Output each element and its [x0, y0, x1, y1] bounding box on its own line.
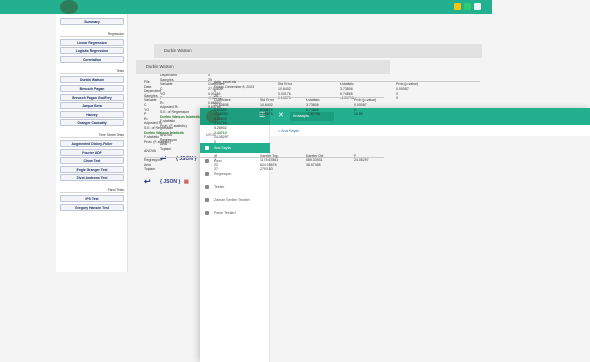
nav-label: Zaman Serileri Testleri [214, 198, 250, 202]
front-page-title: Durbin Watson [136, 60, 390, 74]
sidebar-section-head_tests: Tests [60, 68, 124, 75]
sidebar-button-granger-causality[interactable]: Granger Causality [60, 119, 124, 127]
pdf-export-icon[interactable]: ▤ [184, 178, 189, 186]
sidebar-section-head_regression: Regression [60, 31, 124, 37]
sidebar-button-gregory-hansen-test[interactable]: Gregory Hansen Test [60, 203, 124, 211]
json-export-button[interactable]: { JSON } [160, 178, 180, 186]
sidebar-button-durbin-watson[interactable]: Durbin Watson [60, 76, 124, 84]
nav-item-zaman-serileri-testleri[interactable]: Zaman Serileri Testleri [200, 195, 270, 205]
nav-icon [205, 211, 209, 215]
sidebar-section-head_panel: Panel Tests [60, 187, 124, 193]
sidebar-button-correlation[interactable]: Correlation [60, 55, 124, 63]
anova-cell: 2793.83 [260, 167, 273, 172]
back-arrow-icon[interactable]: ↩ [144, 177, 151, 186]
sidebar-button-breusch-pagan-godfrey[interactable]: Breusch Pagan GodFrey [60, 93, 124, 101]
sidebar-button-fourier-adf[interactable]: Fourier ADF [60, 148, 124, 156]
anova-cell: 27 [214, 167, 218, 172]
nav-item-panel-testleri[interactable]: Panel Testleri [200, 208, 270, 218]
back-close-icon[interactable] [474, 3, 481, 10]
sidebar-button-breusch-pagan[interactable]: Breusch Pagan [60, 85, 124, 92]
sidebar-button-ips-test[interactable]: IPS Test [60, 195, 124, 202]
export-row: ↩ { JSON } ▤ [144, 177, 384, 188]
sidebar-button-augmented-dickey-fuller[interactable]: Augmented Dickey-Fuller [60, 140, 124, 147]
back-logo [60, 0, 78, 14]
nav-label: Panel Testleri [214, 211, 236, 215]
anova-cell: Toplam [144, 167, 156, 172]
json-label: JSON [163, 178, 177, 185]
sidebar-button-logistic-regression[interactable]: Logistic Regression [60, 47, 124, 55]
sidebar-button-summary[interactable]: Summary [60, 18, 124, 25]
sidebar-section-head_timeseries: Time Series Tests [60, 132, 124, 138]
back-minimize-icon[interactable] [454, 3, 461, 10]
front-results-table: File data_excel.xls Date Friday, December 8… [144, 80, 384, 188]
sidebar-button-harvey[interactable]: Harvey [60, 110, 124, 118]
sidebar-button-linear-regression[interactable]: Linear Regression [60, 38, 124, 46]
sidebar-button-zivot-andrews-test[interactable]: Zivot Andrews Test [60, 174, 124, 182]
back-maximize-icon[interactable] [464, 3, 471, 10]
nav-icon [205, 198, 209, 202]
sidebar-button-chow-test[interactable]: Chow Test [60, 157, 124, 165]
sidebar-button-jarque-bera[interactable]: Jarque Bera [60, 102, 124, 110]
sidebar-button-engle-granger-test[interactable]: Engle Granger Test [60, 165, 124, 173]
anova-row: Toplam 27 2793.83 [144, 167, 384, 172]
back-page-title: Durbin Watson [154, 44, 482, 58]
